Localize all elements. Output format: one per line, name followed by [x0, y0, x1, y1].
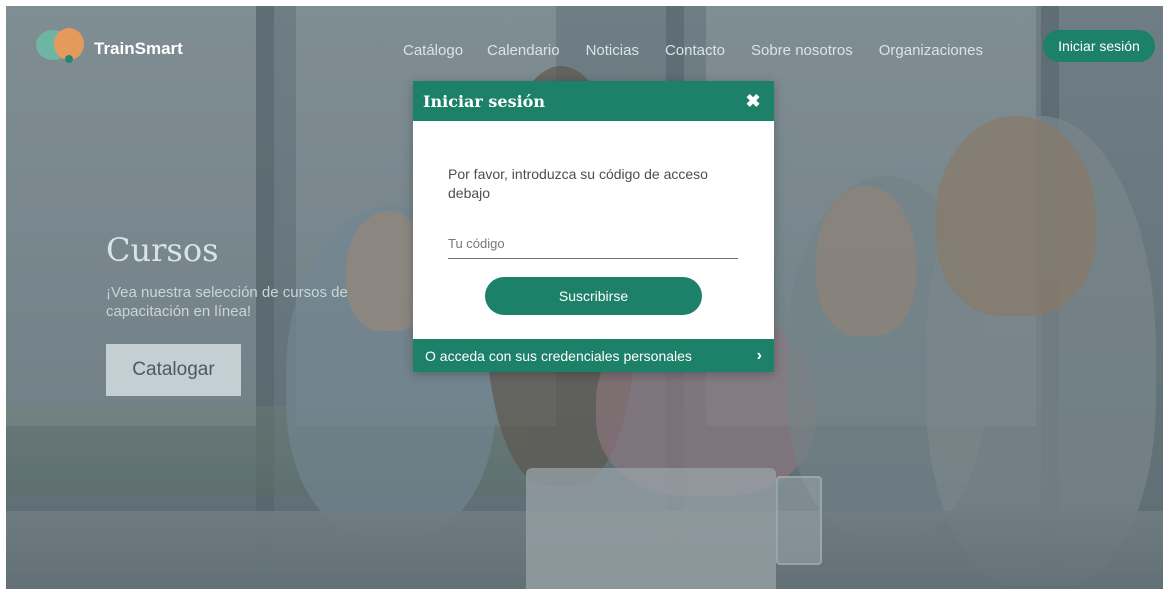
- brand-name: TrainSmart: [94, 39, 183, 58]
- modal-body: Por favor, introduzca su código de acces…: [413, 121, 774, 339]
- modal-header: Iniciar sesión ✖: [413, 81, 774, 121]
- personal-credentials-label: O acceda con sus credenciales personales: [425, 347, 692, 364]
- login-modal: Iniciar sesión ✖ Por favor, introduzca s…: [413, 81, 774, 372]
- nav-link-sobre-nosotros[interactable]: Sobre nosotros: [751, 42, 853, 59]
- nav-link-calendario[interactable]: Calendario: [487, 42, 560, 59]
- subscribe-button[interactable]: Suscribirse: [485, 277, 702, 315]
- main-nav: Catálogo Calendario Noticias Contacto So…: [403, 42, 1009, 59]
- logo-icon: [36, 26, 88, 64]
- nav-link-contacto[interactable]: Contacto: [665, 42, 725, 59]
- modal-title: Iniciar sesión: [423, 91, 545, 111]
- chevron-right-icon: ›: [756, 346, 762, 364]
- nav-link-noticias[interactable]: Noticias: [586, 42, 639, 59]
- access-code-instructions: Por favor, introduzca su código de acces…: [448, 166, 708, 201]
- catalog-button[interactable]: Catalogar: [106, 344, 241, 396]
- login-button[interactable]: Iniciar sesión: [1043, 30, 1155, 62]
- nav-link-catalogo[interactable]: Catálogo: [403, 42, 463, 59]
- nav-link-organizaciones[interactable]: Organizaciones: [879, 42, 983, 59]
- brand-logo[interactable]: TrainSmart: [36, 26, 183, 64]
- hero-subtitle: ¡Vea nuestra selección de cursos de capa…: [106, 284, 348, 320]
- hero-title: Cursos: [106, 231, 219, 269]
- personal-credentials-link[interactable]: O acceda con sus credenciales personales…: [413, 339, 774, 372]
- access-code-input[interactable]: [448, 228, 738, 259]
- page-background: TrainSmart Catálogo Calendario Noticias …: [6, 6, 1163, 589]
- close-icon[interactable]: ✖: [742, 91, 764, 112]
